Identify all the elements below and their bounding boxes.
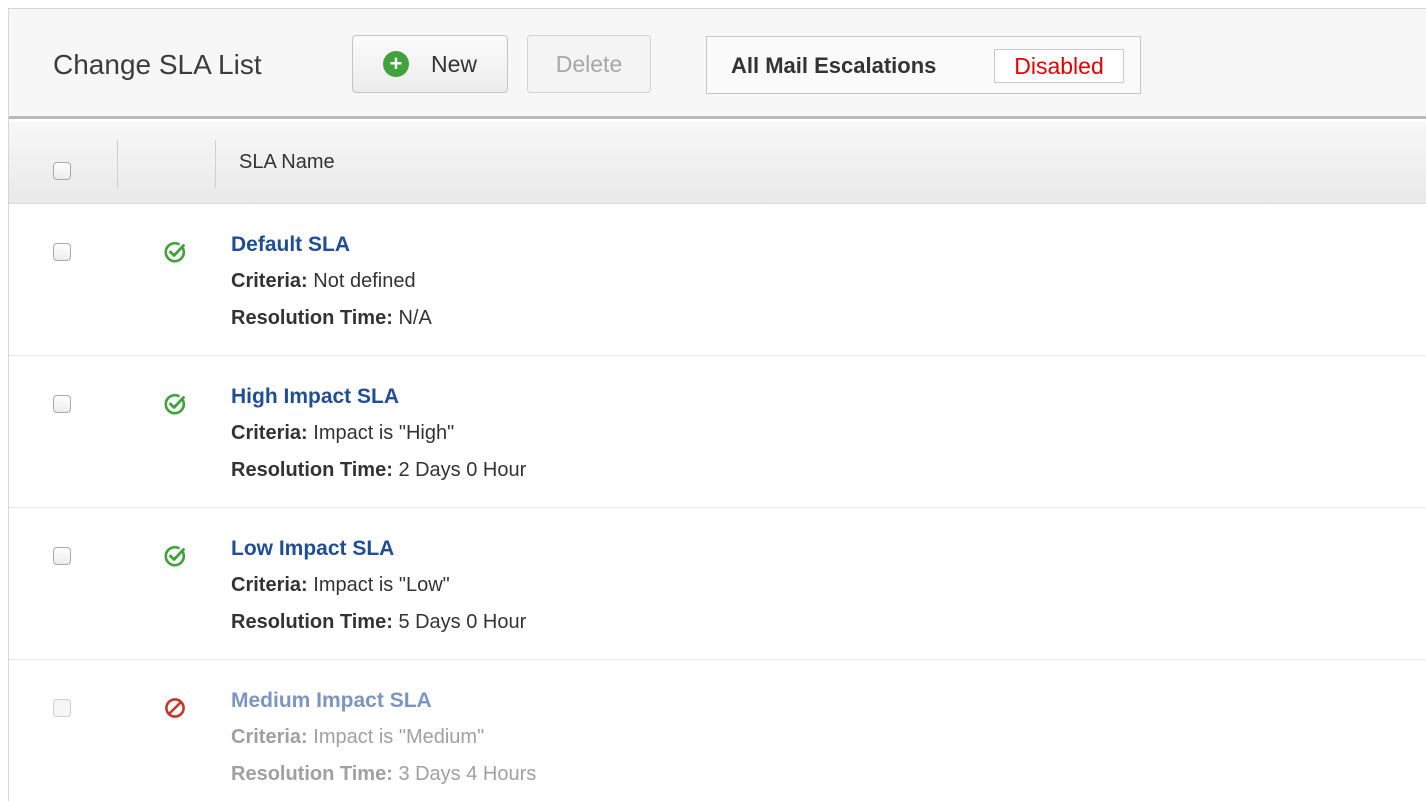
resolution-value: N/A xyxy=(398,307,432,329)
sla-name-link[interactable]: High Impact SLA xyxy=(231,385,399,409)
resolution-line: Resolution Time: 2 Days 0 Hour xyxy=(231,459,526,482)
header-divider xyxy=(215,140,216,188)
new-button-label: New xyxy=(430,50,477,77)
table-header: SLA Name xyxy=(9,122,1426,204)
resolution-line: Resolution Time: 5 Days 0 Hour xyxy=(231,611,526,634)
row-checkbox[interactable] xyxy=(53,243,71,261)
mail-escalations-label: All Mail Escalations xyxy=(731,53,937,78)
criteria-value: Impact is "Low" xyxy=(313,574,450,596)
criteria-label: Criteria: xyxy=(231,726,308,748)
criteria-line: Criteria: Not defined xyxy=(231,270,416,293)
criteria-line: Criteria: Impact is "Low" xyxy=(231,574,450,597)
row-checkbox[interactable] xyxy=(53,699,71,717)
mail-escalations-box: All Mail Escalations Disabled xyxy=(706,36,1141,94)
table-row: Low Impact SLA Criteria: Impact is "Low"… xyxy=(9,509,1426,660)
criteria-label: Criteria: xyxy=(231,270,308,292)
row-checkbox[interactable] xyxy=(53,547,71,565)
table-row: High Impact SLA Criteria: Impact is "Hig… xyxy=(9,357,1426,508)
resolution-value: 3 Days 4 Hours xyxy=(398,763,537,785)
delete-button[interactable]: Delete xyxy=(527,35,651,93)
check-circle-icon xyxy=(164,393,186,415)
toolbar: Change SLA List + New Delete All Mail Es… xyxy=(9,9,1426,119)
delete-button-label: Delete xyxy=(555,50,623,77)
criteria-line: Criteria: Impact is "Medium" xyxy=(231,726,484,749)
check-circle-icon xyxy=(164,545,186,567)
resolution-label: Resolution Time: xyxy=(231,763,393,785)
header-divider xyxy=(117,140,118,188)
resolution-value: 5 Days 0 Hour xyxy=(398,611,527,633)
page-title: Change SLA List xyxy=(53,49,262,80)
sla-name-link[interactable]: Default SLA xyxy=(231,233,350,257)
row-checkbox[interactable] xyxy=(53,395,71,413)
new-button[interactable]: + New xyxy=(352,35,508,93)
sla-name-link[interactable]: Low Impact SLA xyxy=(231,537,394,561)
resolution-value: 2 Days 0 Hour xyxy=(398,459,527,481)
resolution-label: Resolution Time: xyxy=(231,459,393,481)
resolution-label: Resolution Time: xyxy=(231,307,393,329)
criteria-value: Impact is "High" xyxy=(313,422,455,444)
criteria-value: Impact is "Medium" xyxy=(313,726,485,748)
mail-escalations-status[interactable]: Disabled xyxy=(994,49,1124,83)
check-circle-icon xyxy=(164,241,186,263)
table-row: Default SLA Criteria: Not defined Resolu… xyxy=(9,205,1426,356)
resolution-label: Resolution Time: xyxy=(231,611,393,633)
criteria-label: Criteria: xyxy=(231,574,308,596)
column-header-sla-name[interactable]: SLA Name xyxy=(239,151,335,174)
prohibited-icon xyxy=(165,698,185,718)
sla-list-panel: Change SLA List + New Delete All Mail Es… xyxy=(8,8,1426,801)
criteria-line: Criteria: Impact is "High" xyxy=(231,422,454,445)
plus-circle-icon: + xyxy=(382,51,409,77)
criteria-value: Not defined xyxy=(313,270,416,292)
resolution-line: Resolution Time: 3 Days 4 Hours xyxy=(231,763,536,786)
resolution-line: Resolution Time: N/A xyxy=(231,307,432,330)
table-row: Medium Impact SLA Criteria: Impact is "M… xyxy=(9,661,1426,801)
sla-name-link[interactable]: Medium Impact SLA xyxy=(231,689,432,713)
criteria-label: Criteria: xyxy=(231,422,308,444)
select-all-checkbox[interactable] xyxy=(53,162,71,180)
